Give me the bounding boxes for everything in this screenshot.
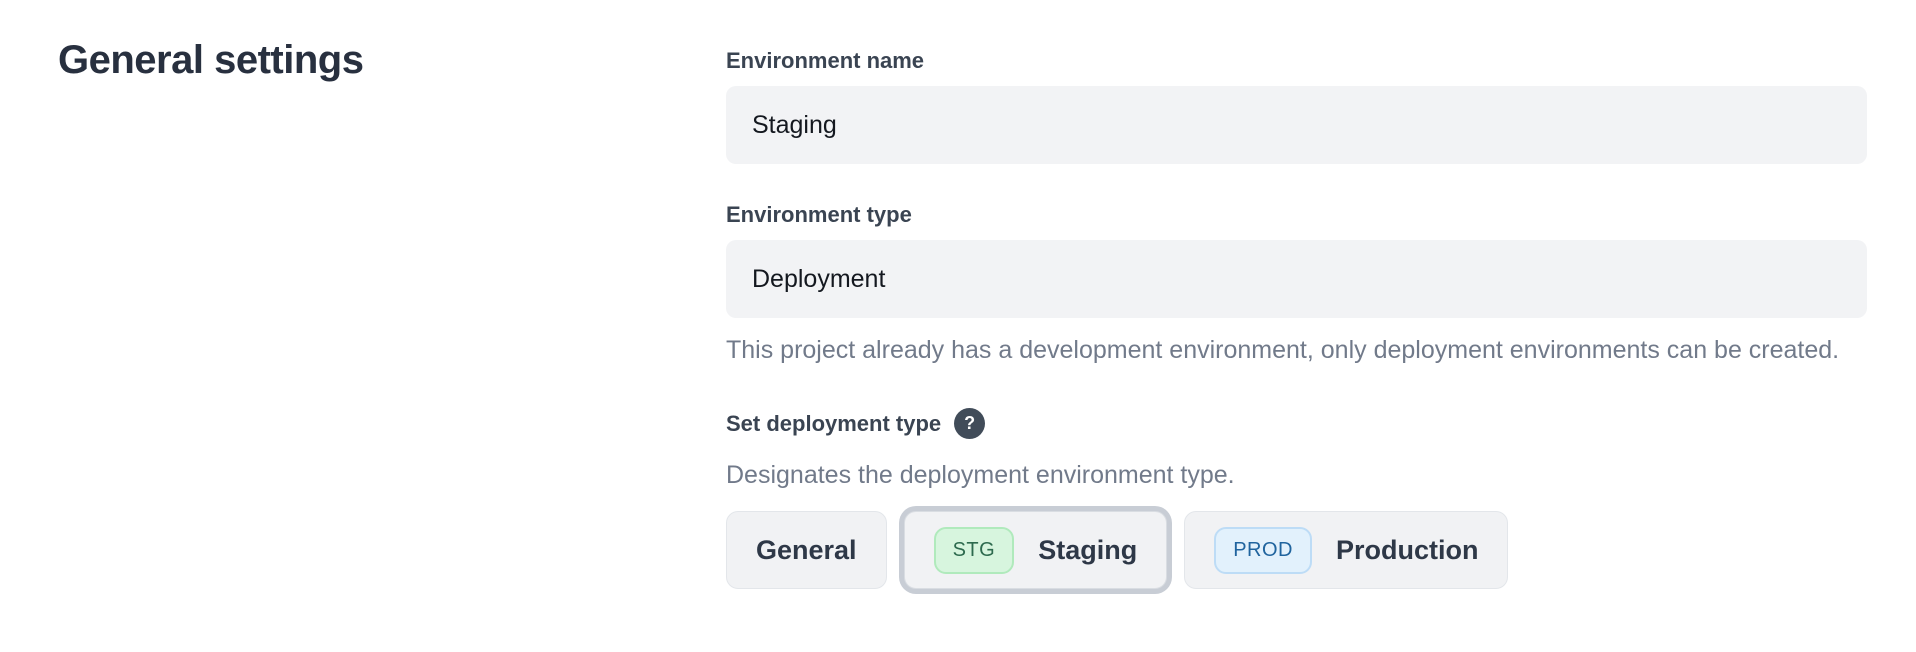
deployment-type-label: Set deployment type [726,413,941,435]
environment-name-label: Environment name [726,50,1867,72]
production-badge: PROD [1214,527,1312,574]
environment-name-input[interactable] [726,86,1867,164]
deployment-type-option-production-label: Production [1336,535,1479,566]
deployment-type-description: Designates the deployment environment ty… [726,455,1867,495]
environment-type-help-text: This project already has a development e… [726,330,1846,370]
deployment-type-option-general-label: General [756,535,857,566]
deployment-type-option-staging[interactable]: STG Staging [904,511,1168,589]
deployment-type-option-production[interactable]: PROD Production [1184,511,1508,589]
settings-form: Environment name Environment type This p… [726,38,1867,589]
page-title: General settings [58,38,726,82]
environment-type-input[interactable] [726,240,1867,318]
deployment-type-label-row: Set deployment type ? [726,408,1867,439]
general-settings-section: General settings Environment name Enviro… [0,0,1916,589]
deployment-type-options: General STG Staging PROD Production [726,511,1867,589]
settings-section-header: General settings [58,38,726,589]
deployment-type-option-staging-label: Staging [1038,535,1137,566]
environment-type-label: Environment type [726,204,1867,226]
deployment-type-option-general[interactable]: General [726,511,887,589]
question-mark-help-icon[interactable]: ? [954,408,985,439]
staging-badge: STG [934,527,1015,574]
